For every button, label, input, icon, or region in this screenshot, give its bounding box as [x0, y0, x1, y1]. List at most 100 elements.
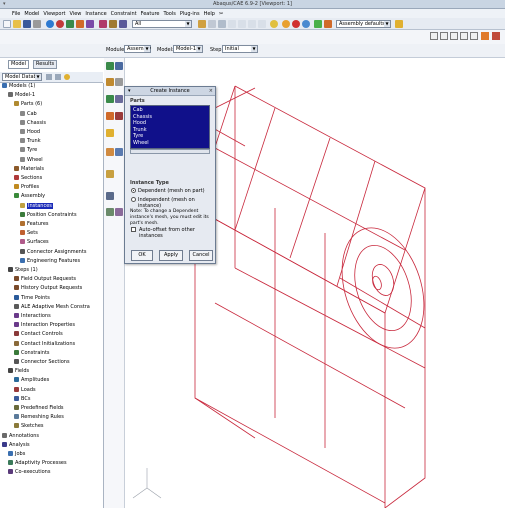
cancel-button[interactable]: Cancel	[189, 250, 213, 261]
tree-item[interactable]: Fields	[8, 368, 29, 375]
view-side-icon[interactable]	[460, 32, 468, 40]
query-instance-icon[interactable]	[106, 192, 114, 200]
tree-item[interactable]: Constraints	[14, 349, 50, 357]
auto-fit-icon[interactable]	[86, 20, 94, 28]
wireframe-icon[interactable]	[198, 20, 206, 28]
dependent-radio[interactable]	[131, 188, 136, 193]
color-icon[interactable]	[324, 20, 332, 28]
parts-list-item[interactable]: Hood	[133, 120, 146, 126]
menu-item[interactable]: Viewport	[43, 11, 65, 17]
axis-icon[interactable]	[106, 208, 114, 216]
magnify-icon[interactable]	[66, 20, 74, 28]
view-manipulation-icon[interactable]	[430, 32, 438, 40]
menu-item[interactable]: Feature	[141, 11, 160, 17]
new-file-icon[interactable]	[3, 20, 11, 28]
display-group-icon[interactable]	[314, 20, 322, 28]
tree-item[interactable]: Contact Initializations	[14, 340, 75, 348]
auto-offset-checkbox[interactable]	[131, 227, 136, 232]
tree-item[interactable]: Profiles	[14, 184, 39, 191]
close-icon[interactable]: ×	[209, 87, 213, 96]
cycle-view-icon[interactable]	[99, 20, 107, 28]
tree-item[interactable]: Engineering Features	[20, 257, 80, 265]
menu-item[interactable]: ✂	[219, 11, 223, 17]
apply-button[interactable]: Apply	[159, 250, 183, 261]
tree-item[interactable]: Models (1)	[2, 83, 35, 90]
extra-view-icon[interactable]	[492, 32, 500, 40]
model-database-select[interactable]: Model Databa ▼	[2, 73, 42, 81]
view-cube-icon[interactable]	[450, 32, 458, 40]
module-select[interactable]: Assembly ▼	[124, 45, 151, 53]
menu-item[interactable]: Instance	[85, 11, 106, 17]
tree-item[interactable]: Annotations	[2, 432, 39, 440]
tree-item[interactable]: Contact Controls	[14, 331, 63, 338]
tree-item[interactable]: Chassis	[20, 119, 46, 127]
radial-pattern-icon[interactable]	[106, 95, 114, 103]
render-style-select[interactable]: All ▼	[132, 20, 192, 28]
view-front-icon[interactable]	[228, 20, 236, 28]
collapse-icon[interactable]	[55, 74, 61, 80]
menu-item[interactable]: File	[12, 11, 20, 17]
color-code-icon[interactable]	[282, 20, 290, 28]
menu-item[interactable]: Tools	[164, 11, 176, 17]
tree-item[interactable]: Sections	[14, 175, 42, 182]
tab-model[interactable]: Model	[8, 60, 30, 69]
datum-icon[interactable]	[106, 129, 114, 137]
parts-list-item[interactable]: Chassis	[133, 114, 152, 120]
ok-button[interactable]: OK	[131, 250, 153, 261]
tree-item[interactable]: BCs	[14, 395, 30, 403]
tree-item[interactable]: Predefined Fields	[14, 405, 64, 412]
tree-item[interactable]: History Output Requests	[14, 285, 82, 292]
display-options-icon[interactable]	[115, 208, 123, 216]
expand-icon[interactable]	[46, 74, 52, 80]
hidden-line-icon[interactable]	[208, 20, 216, 28]
tree-item[interactable]: Wheel	[20, 156, 43, 164]
render-icon[interactable]	[292, 20, 300, 28]
tree-item[interactable]: Jobs	[8, 451, 25, 458]
rotate-icon[interactable]	[56, 20, 64, 28]
tree-item[interactable]: ALE Adaptive Mesh Constra	[14, 303, 90, 311]
tree-item[interactable]: Model-1	[8, 92, 35, 99]
menu-item[interactable]: Constraint	[111, 11, 137, 17]
tree-item[interactable]: Interaction Properties	[14, 322, 75, 329]
tree-item[interactable]: Loads	[14, 386, 36, 394]
parts-list[interactable]: Cab Chassis Hood Trunk Tyre Wheel	[130, 105, 210, 149]
tree-item[interactable]: Hood	[20, 129, 40, 136]
tree-item[interactable]: Sketches	[14, 423, 44, 430]
model-select[interactable]: Model-1 ▼	[173, 45, 203, 53]
palette-icon[interactable]	[395, 20, 403, 28]
tab-results[interactable]: Results	[33, 60, 58, 69]
independent-radio[interactable]	[131, 197, 136, 202]
open-folder-icon[interactable]	[13, 20, 21, 28]
merge-icon[interactable]	[115, 95, 123, 103]
rotate-instance-icon[interactable]	[106, 78, 114, 86]
tree-item[interactable]: Co-executions	[8, 469, 50, 476]
tree-item[interactable]: Assembly	[14, 193, 45, 200]
select-icon[interactable]	[119, 20, 127, 28]
triad-icon[interactable]	[481, 32, 489, 40]
pan-icon[interactable]	[46, 20, 54, 28]
tree-item[interactable]: Interactions	[14, 313, 51, 320]
tree-item[interactable]: Cab	[20, 110, 37, 118]
position-constraint-icon[interactable]	[106, 112, 114, 120]
parts-list-item[interactable]: Wheel	[133, 140, 149, 146]
view-bottom-icon[interactable]	[470, 32, 478, 40]
save-icon[interactable]	[23, 20, 31, 28]
tree-item[interactable]: Sets	[20, 230, 38, 237]
tree-item[interactable]: Steps (1)	[8, 267, 38, 274]
view-box-icon[interactable]	[440, 32, 448, 40]
filter-icon[interactable]	[64, 74, 70, 80]
zoom-box-icon[interactable]	[76, 20, 84, 28]
tree-item[interactable]: Field Output Requests	[14, 276, 76, 283]
tree-item[interactable]: Analysis	[2, 441, 30, 449]
coincident-icon[interactable]	[115, 112, 123, 120]
tree-item[interactable]: Instances	[20, 202, 53, 210]
translate-instance-icon[interactable]	[115, 62, 123, 70]
tree-item[interactable]: Adaptivity Processes	[8, 460, 67, 467]
shaded-icon[interactable]	[218, 20, 226, 28]
create-instance-icon[interactable]	[106, 62, 114, 70]
tree-item[interactable]: Tyre	[20, 147, 37, 154]
parts-list-item[interactable]: Cab	[133, 107, 143, 113]
menu-item[interactable]: View	[70, 11, 82, 17]
tree-item[interactable]: Connector Sections	[14, 359, 70, 366]
set-manager-icon[interactable]	[106, 170, 114, 178]
